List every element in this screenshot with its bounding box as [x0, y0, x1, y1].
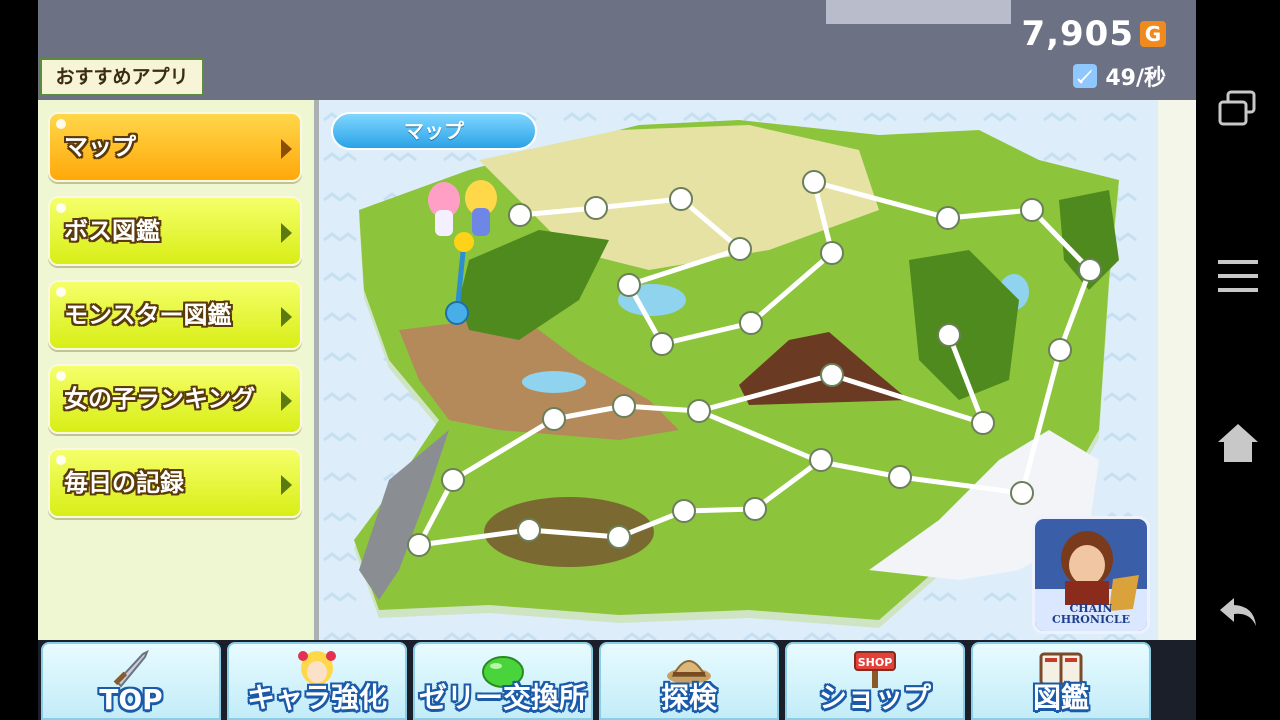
- stage-node[interactable]: [936, 206, 960, 230]
- bottom-navigation: TOP キャラ強化 ゼリー交換所 探検 SHOP ショップ 図鑑: [38, 640, 1196, 720]
- stage-node[interactable]: [508, 203, 532, 227]
- nav-jelly-exchange-button[interactable]: ゼリー交換所: [413, 642, 593, 720]
- pink-girl-body: [435, 210, 453, 236]
- damage-per-second: 49/秒: [1073, 60, 1166, 92]
- status-bar: 7,905 G 49/秒 おすすめアプリ: [38, 0, 1196, 100]
- stage-node[interactable]: [971, 411, 995, 435]
- hero-face: [1069, 545, 1105, 585]
- stage-node[interactable]: [1048, 338, 1072, 362]
- stage-node[interactable]: [937, 323, 961, 347]
- stage-node[interactable]: [1078, 258, 1102, 282]
- sidebar-item-label: マップ: [64, 133, 136, 161]
- nav-character-upgrade-button[interactable]: キャラ強化: [227, 642, 407, 720]
- sidebar-item-label: モンスター図鑑: [64, 301, 232, 329]
- sword-icon: [113, 649, 149, 688]
- nav-encyclopedia-button[interactable]: 図鑑: [971, 642, 1151, 720]
- nav-top-button[interactable]: TOP: [41, 642, 221, 720]
- recommended-apps-button[interactable]: おすすめアプリ: [40, 58, 204, 96]
- recent-apps-icon[interactable]: [1216, 86, 1260, 130]
- nav-label: 探検: [660, 681, 717, 714]
- sidebar-item-label: ボス図鑑: [64, 217, 160, 245]
- nav-explore-button[interactable]: 探検: [599, 642, 779, 720]
- nav-shop-button[interactable]: SHOP ショップ: [785, 642, 965, 720]
- nav-label: キャラ強化: [246, 681, 387, 714]
- sidebar-item-label: 毎日の記録: [64, 469, 184, 497]
- stage-node[interactable]: [542, 407, 566, 431]
- gold-value: 7,905: [1021, 14, 1134, 54]
- stage-node[interactable]: [888, 465, 912, 489]
- stage-node[interactable]: [517, 518, 541, 542]
- arrow-right-icon: [281, 307, 292, 327]
- stage-node[interactable]: [607, 525, 631, 549]
- stage-node[interactable]: [617, 273, 641, 297]
- stage-node[interactable]: [441, 468, 465, 492]
- stage-node[interactable]: [687, 399, 711, 423]
- dps-value: 49/秒: [1105, 66, 1166, 91]
- menu-icon[interactable]: [1216, 254, 1260, 298]
- player-marker: [454, 232, 474, 252]
- nav-label: ゼリー交換所: [418, 681, 587, 714]
- stage-node[interactable]: [407, 533, 431, 557]
- stage-node[interactable]: [584, 196, 608, 220]
- gold-counter: 7,905 G: [1021, 14, 1166, 54]
- game-screen: 7,905 G 49/秒 おすすめアプリ マップ ボス図鑑 モンスター図鑑 女の…: [38, 0, 1196, 720]
- chain-chronicle-ad[interactable]: CHAIN CHRONICLE: [1032, 516, 1150, 634]
- gold-coin-icon: G: [1140, 21, 1166, 47]
- sidebar-item-girl-ranking[interactable]: 女の子ランキング: [48, 364, 302, 434]
- stage-node[interactable]: [739, 311, 763, 335]
- sidebar-item-monster-book[interactable]: モンスター図鑑: [48, 280, 302, 350]
- stage-node[interactable]: [1020, 198, 1044, 222]
- sidebar-item-daily-record[interactable]: 毎日の記録: [48, 448, 302, 518]
- blonde-girl-body: [472, 208, 490, 236]
- sidebar-item-map[interactable]: マップ: [48, 112, 302, 182]
- back-icon[interactable]: [1216, 590, 1260, 634]
- stage-node[interactable]: [820, 241, 844, 265]
- stage-node[interactable]: [669, 187, 693, 211]
- stage-node[interactable]: [1010, 481, 1034, 505]
- android-navigation-bar: [1196, 0, 1280, 720]
- stage-node[interactable]: [802, 170, 826, 194]
- stage-node[interactable]: [672, 499, 696, 523]
- sidebar-item-boss-book[interactable]: ボス図鑑: [48, 196, 302, 266]
- stage-node[interactable]: [743, 497, 767, 521]
- promo-logo: CHAIN CHRONICLE: [1035, 603, 1147, 625]
- top-highlight: [826, 0, 1011, 24]
- stage-node[interactable]: [728, 237, 752, 261]
- river-lake: [522, 371, 586, 393]
- arrow-right-icon: [281, 223, 292, 243]
- shop-sign-text: SHOP: [858, 656, 893, 669]
- sidebar-menu: マップ ボス図鑑 モンスター図鑑 女の子ランキング 毎日の記録: [38, 100, 319, 640]
- arrow-right-icon: [281, 391, 292, 411]
- sword-icon: [1073, 64, 1098, 88]
- nav-label: 図鑑: [1032, 681, 1089, 714]
- stage-node[interactable]: [612, 394, 636, 418]
- stage-node[interactable]: [809, 448, 833, 472]
- promo-logo-line2: CHRONICLE: [1052, 613, 1130, 626]
- sidebar-item-label: 女の子ランキング: [64, 385, 256, 413]
- stage-node-cleared[interactable]: [445, 301, 469, 325]
- arrow-right-icon: [281, 139, 292, 159]
- nav-label: ショップ: [818, 681, 931, 714]
- stage-node[interactable]: [650, 332, 674, 356]
- arrow-right-icon: [281, 475, 292, 495]
- home-icon[interactable]: [1216, 420, 1260, 464]
- stage-node[interactable]: [820, 363, 844, 387]
- map-title-tab: マップ: [331, 112, 537, 150]
- nav-label: TOP: [99, 683, 163, 716]
